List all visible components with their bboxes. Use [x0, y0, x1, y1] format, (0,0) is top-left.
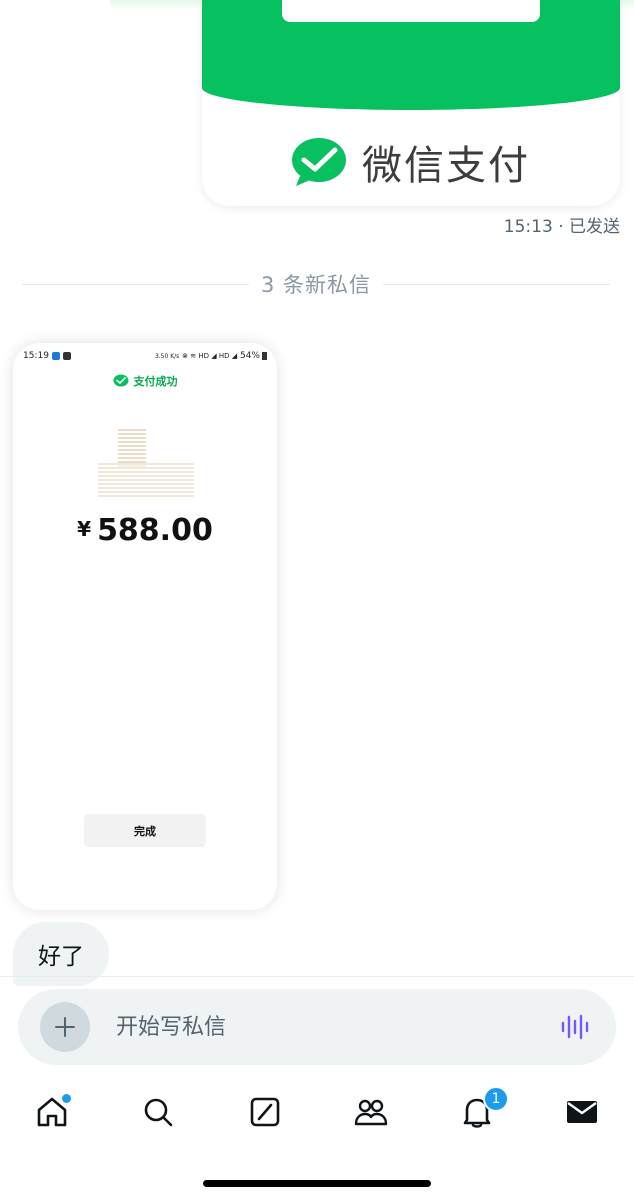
- notification-count-badge: 1: [483, 1086, 509, 1112]
- nav-search[interactable]: [138, 1092, 178, 1132]
- communities-icon: [354, 1099, 388, 1126]
- messages-icon: [567, 1101, 597, 1123]
- add-media-button[interactable]: [40, 1002, 90, 1052]
- screenshot-speed: 3.50 K/s: [154, 353, 180, 360]
- home-indicator: [203, 1180, 431, 1187]
- done-button: 完成: [84, 814, 206, 847]
- amount-value: 588.00: [97, 513, 213, 548]
- nav-communities[interactable]: [351, 1092, 391, 1132]
- app-notif-icon: [51, 351, 60, 360]
- screenshot-status-bar: 15:19 3.50 K/s ⊗ ≋ HD ◢ HD ◢ 54%: [23, 349, 267, 363]
- app-notif-icon-2: [62, 351, 71, 360]
- screenshot-time: 15:19: [23, 351, 49, 361]
- screenshot-status-right: 3.50 K/s ⊗ ≋ HD ◢ HD ◢ 54%: [155, 351, 267, 361]
- nav-home[interactable]: [32, 1092, 73, 1132]
- payment-success-header: 支付成功: [13, 373, 277, 389]
- divider-line-right: [383, 283, 611, 285]
- message-composer: [18, 989, 616, 1065]
- signal-icons: ⊗ ≋ HD ◢ HD ◢: [182, 352, 238, 360]
- bottom-navigation: 1: [0, 1086, 634, 1142]
- payment-amount: ¥588.00: [13, 513, 277, 548]
- composer-divider: [0, 976, 634, 977]
- blurred-merchant-logo: [90, 429, 194, 499]
- screenshot-battery: 54%: [239, 351, 260, 361]
- message-text: 好了: [38, 944, 84, 970]
- sent-image-card[interactable]: 微信支付: [202, 0, 620, 206]
- grok-icon: [250, 1097, 280, 1127]
- screenshot-status-left: 15:19: [23, 351, 71, 361]
- plus-icon: [55, 1017, 75, 1037]
- message-input[interactable]: [116, 1007, 516, 1047]
- search-icon: [144, 1098, 173, 1127]
- voice-message-icon[interactable]: [560, 1013, 590, 1041]
- new-messages-divider: 3 条新私信: [22, 270, 611, 298]
- wechat-small-icon: [113, 374, 128, 387]
- wechat-pay-icon: [292, 138, 346, 186]
- divider-line-left: [22, 283, 249, 285]
- card-white-tab: [282, 0, 540, 22]
- payment-success-label: 支付成功: [133, 375, 178, 388]
- currency-symbol: ¥: [77, 517, 92, 541]
- wechat-pay-logo: 微信支付: [290, 133, 530, 191]
- battery-icon: [262, 351, 267, 360]
- sent-message-meta: 15:13 · 已发送: [503, 217, 620, 237]
- home-notification-dot: [60, 1092, 73, 1105]
- new-messages-label: 3 条新私信: [260, 273, 372, 297]
- wechat-pay-label: 微信支付: [362, 143, 530, 189]
- nav-grok[interactable]: [245, 1092, 285, 1132]
- received-image-card[interactable]: 15:19 3.50 K/s ⊗ ≋ HD ◢ HD ◢ 54% 支付成功 ¥5…: [13, 343, 277, 910]
- nav-notifications[interactable]: 1: [457, 1086, 509, 1132]
- nav-messages[interactable]: [562, 1092, 602, 1132]
